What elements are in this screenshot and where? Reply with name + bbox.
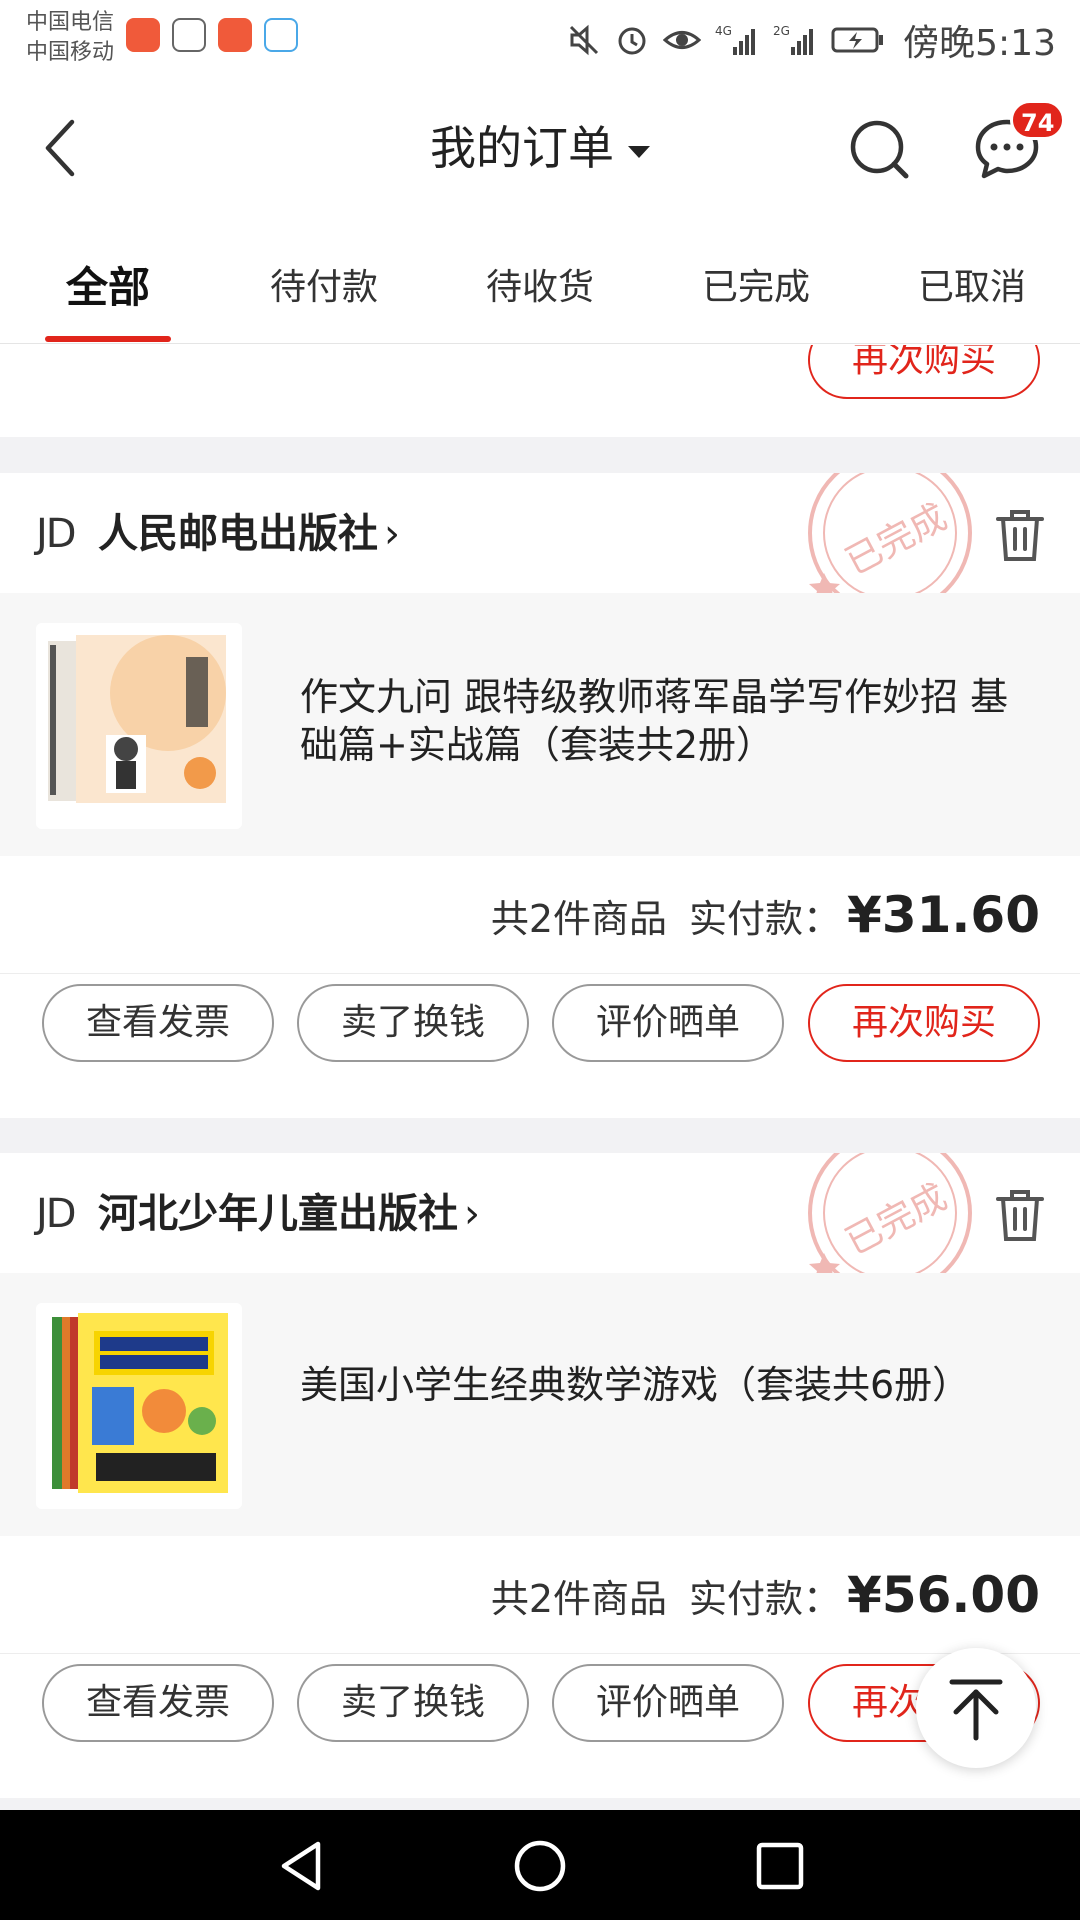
carrier-2: 中国移动 [26,40,115,65]
notification-icons [126,18,298,52]
product-image[interactable] [36,623,242,829]
paid-label: 实付款： [689,1577,842,1621]
review-button[interactable]: 评价晒单 [552,1664,784,1742]
jd-logo-icon: JD [36,1191,77,1237]
header: 我的订单 74 [0,80,1080,210]
resell-button[interactable]: 卖了换钱 [297,1664,529,1742]
shop-row[interactable]: JD 河北少年儿童出版社 › 已完成 [0,1153,1080,1295]
battery-charging-icon [831,27,884,53]
clock: 傍晚5:13 [903,23,1056,64]
paid-amount: ¥31.60 [847,886,1040,944]
shop-row[interactable]: JD 人民邮电出版社 › 已完成 [0,473,1080,615]
caret-down-icon [628,145,650,158]
view-invoice-button[interactable]: 查看发票 [42,1664,274,1742]
trash-icon [996,1190,1044,1241]
carrier-1: 中国电信 [26,10,115,35]
rebuy-button[interactable]: 再次购买 [808,984,1040,1062]
rebuy-button[interactable]: 再次购买 [808,345,1040,399]
stamp-text: 已完成 [839,1176,954,1263]
search-button[interactable] [846,116,912,182]
chevron-right-icon: › [464,1191,480,1237]
order-summary: 共2件商品 实付款： ¥56.00 [0,1536,1080,1654]
item-count: 共2件商品 [490,1577,668,1621]
tab-all[interactable]: 全部 [0,260,216,316]
order-card-partial: 再次购买 [0,345,1080,437]
item-count: 共2件商品 [490,897,668,941]
page-title: 我的订单 [430,121,614,175]
goods-row[interactable]: 美国小学生经典数学游戏（套装共6册） [0,1273,1080,1536]
square-recents-icon [756,1842,804,1890]
view-invoice-button[interactable]: 查看发票 [42,984,274,1062]
shop-name: 人民邮电出版社 [98,511,378,557]
product-title[interactable]: 美国小学生经典数学游戏（套装共6册） [300,1361,1020,1409]
nav-back-button[interactable] [274,1838,330,1894]
product-image[interactable] [36,1303,242,1509]
arrow-up-icon [949,1679,1003,1741]
shop-name: 河北少年儿童出版社 [98,1191,458,1237]
order-card: JD 人民邮电出版社 › 已完成 作文九问 跟特级教师蒋军晶学写作妙招 基础篇+… [0,473,1080,1118]
network-type-4g: 4G [715,24,732,38]
back-to-top-button[interactable] [916,1648,1036,1768]
circle-home-icon [514,1840,566,1892]
order-actions: 查看发票 卖了换钱 评价晒单 再次购买 [0,974,1080,1118]
goods-row[interactable]: 作文九问 跟特级教师蒋军晶学写作妙招 基础篇+实战篇（套装共2册） [0,593,1080,856]
tab-pending-receipt[interactable]: 待收货 [432,260,648,316]
chevron-right-icon: › [384,511,400,557]
paid-label: 实付款： [689,897,842,941]
shop-name-link[interactable]: 人民邮电出版社 › [98,507,400,561]
triangle-back-icon [281,1841,321,1891]
trash-icon [996,510,1044,561]
shop-name-link[interactable]: 河北少年儿童出版社 › [98,1187,480,1241]
order-tabs: 全部 待付款 待收货 已完成 已取消 [0,240,1080,344]
message-count-badge: 74 [1010,100,1066,140]
nav-recents-button[interactable] [752,1838,808,1894]
signal-2g-icon: 2G [773,24,814,55]
order-list[interactable]: 再次购买 JD 人民邮电出版社 › 已完成 作文九问 跟特级教师蒋军晶学写作妙招… [0,345,1080,1810]
alarm-icon [618,27,646,55]
order-summary: 共2件商品 实付款： ¥31.60 [0,856,1080,974]
delete-order-button[interactable] [994,507,1046,563]
stamp-text: 已完成 [839,496,954,583]
carrier-info: 中国电信 中国移动 [26,8,114,68]
search-icon [850,120,909,179]
app-notification-icon [218,18,252,52]
title-dropdown[interactable]: 我的订单 [0,110,1080,186]
tab-pending-payment[interactable]: 待付款 [216,260,432,316]
active-tab-indicator [45,336,171,342]
delete-order-button[interactable] [994,1187,1046,1243]
nav-home-button[interactable] [512,1838,568,1894]
qq-icon [264,18,298,52]
product-title[interactable]: 作文九问 跟特级教师蒋军晶学写作妙招 基础篇+实战篇（套装共2册） [300,673,1020,769]
tab-cancelled[interactable]: 已取消 [864,260,1080,316]
mute-icon [570,24,599,56]
wechat-icon [172,18,206,52]
tab-completed[interactable]: 已完成 [648,260,864,316]
jd-logo-icon: JD [36,511,77,557]
review-button[interactable]: 评价晒单 [552,984,784,1062]
network-type-2g: 2G [773,24,790,38]
eye-comfort-icon [663,31,702,49]
status-bar: 中国电信 中国移动 4G 2G 傍晚5:13 [0,0,1080,80]
system-indicators: 4G 2G 傍晚5:13 [567,14,1056,66]
signal-4g-icon: 4G [715,24,756,55]
system-nav-bar [0,1810,1080,1920]
paid-amount: ¥56.00 [847,1566,1040,1624]
app-notification-icon [126,18,160,52]
resell-button[interactable]: 卖了换钱 [297,984,529,1062]
